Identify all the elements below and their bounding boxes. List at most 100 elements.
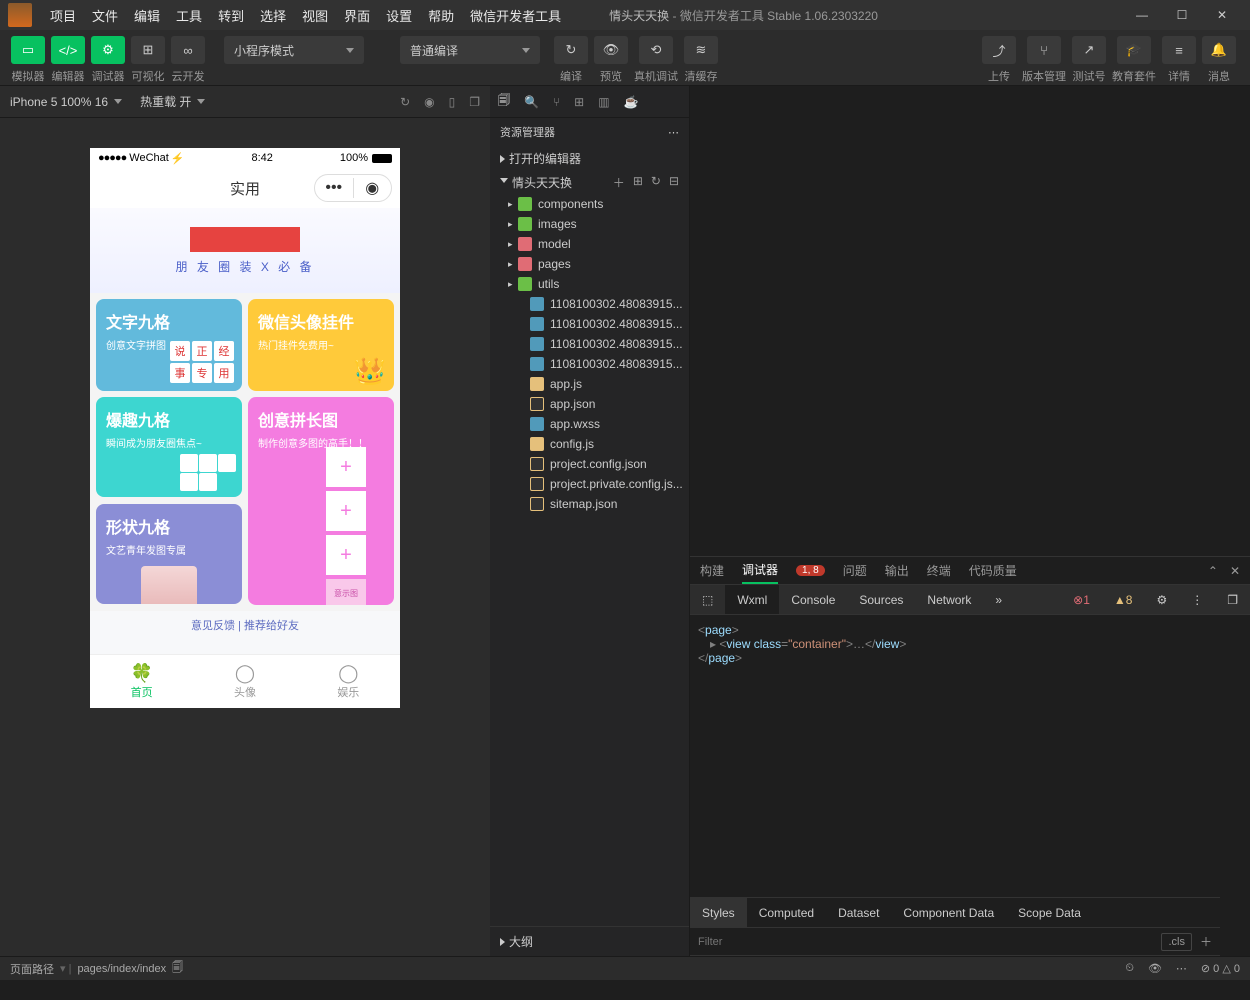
file-app.json[interactable]: app.json: [490, 394, 689, 414]
project-name[interactable]: 情头天天换: [512, 174, 572, 191]
new-file-icon[interactable]: ＋: [613, 174, 625, 191]
ext-tab-icon[interactable]: ⊞: [574, 95, 584, 109]
file-1108100302.48083915...[interactable]: 1108100302.48083915...: [490, 294, 689, 314]
refresh-tree-icon[interactable]: ↻: [651, 174, 661, 191]
menu-界面[interactable]: 界面: [336, 6, 378, 25]
folder-images[interactable]: images: [490, 214, 689, 234]
problem-counts[interactable]: ⊘ 0 △ 0: [1201, 962, 1240, 975]
mode-select[interactable]: 小程序模式: [224, 36, 364, 64]
dbgtab-终端[interactable]: 终端: [927, 562, 951, 579]
action-清缓存[interactable]: ≋: [684, 36, 718, 64]
layout-tab-icon[interactable]: ▥: [598, 95, 609, 109]
capsule[interactable]: •••◉: [314, 174, 392, 202]
right-上传[interactable]: ⤴: [982, 36, 1016, 64]
maximize-button[interactable]: ☐: [1162, 0, 1202, 30]
card-text-grid[interactable]: 文字九格创意文字拼图 说正经事专用: [96, 299, 242, 391]
perf-icon[interactable]: ⏲: [1125, 962, 1134, 975]
styletab-Dataset[interactable]: Dataset: [826, 898, 891, 927]
close-dbg-icon[interactable]: ✕: [1230, 564, 1240, 578]
file-app.wxss[interactable]: app.wxss: [490, 414, 689, 434]
compile-select[interactable]: 普通编译: [400, 36, 540, 64]
action-编译[interactable]: ↻: [554, 36, 588, 64]
explorer-tab-icon[interactable]: 🗐: [498, 91, 510, 112]
eye-icon[interactable]: 👁: [1148, 962, 1162, 975]
right-详情[interactable]: ≡: [1162, 36, 1196, 64]
dbgtab-调试器[interactable]: 调试器: [742, 561, 778, 584]
tab-头像[interactable]: ◯头像: [193, 655, 296, 708]
menu-项目[interactable]: 项目: [42, 6, 84, 25]
reload-select[interactable]: 热重载 开: [140, 93, 205, 110]
action-真机调试[interactable]: ⟲: [639, 36, 673, 64]
folder-model[interactable]: model: [490, 234, 689, 254]
right-教育套件[interactable]: 🎓: [1117, 36, 1151, 64]
file-1108100302.48083915...[interactable]: 1108100302.48083915...: [490, 334, 689, 354]
styletab-Computed[interactable]: Computed: [747, 898, 826, 927]
action-预览[interactable]: 👁: [594, 36, 628, 64]
dbgtab-代码质量[interactable]: 代码质量: [969, 562, 1017, 579]
search-tab-icon[interactable]: 🔍: [524, 95, 539, 109]
git-tab-icon[interactable]: ⑂: [553, 95, 560, 109]
folder-components[interactable]: components: [490, 194, 689, 214]
settings-icon[interactable]: ⚙: [1144, 585, 1179, 614]
dock-icon[interactable]: ⋮: [1179, 585, 1215, 614]
folder-pages[interactable]: pages: [490, 254, 689, 274]
folder-utils[interactable]: utils: [490, 274, 689, 294]
cascade-icon[interactable]: ❐: [469, 95, 480, 109]
menu-帮助[interactable]: 帮助: [420, 6, 462, 25]
card-long-collage[interactable]: 创意拼长图制作创意多图的高手！！ +++意示图: [248, 397, 394, 605]
add-style-icon[interactable]: ＋: [1200, 933, 1212, 950]
file-app.js[interactable]: app.js: [490, 374, 689, 394]
styletab-Component Data[interactable]: Component Data: [891, 898, 1006, 927]
footer-links[interactable]: 意见反馈 | 推荐给好友: [90, 611, 400, 639]
styletab-Styles[interactable]: Styles: [690, 898, 747, 927]
card-avatar-pendant[interactable]: 微信头像挂件热门挂件免费用~ 👑: [248, 299, 394, 391]
card-shape-grid[interactable]: 形状九格文艺青年发图专属: [96, 504, 242, 604]
cls-toggle[interactable]: .cls: [1161, 933, 1192, 951]
menu-微信开发者工具[interactable]: 微信开发者工具: [462, 6, 569, 25]
close-button[interactable]: ✕: [1202, 0, 1242, 30]
styles-filter-input[interactable]: [698, 936, 1161, 948]
file-config.js[interactable]: config.js: [490, 434, 689, 454]
dbgtab-输出[interactable]: 输出: [885, 562, 909, 579]
device-icon[interactable]: ▯: [449, 95, 456, 109]
menu-选择[interactable]: 选择: [252, 6, 294, 25]
inspect-icon[interactable]: ⬚: [690, 585, 725, 614]
tool-编辑器[interactable]: </>: [51, 36, 85, 64]
tool-可视化[interactable]: ⊞: [131, 36, 165, 64]
warning-count[interactable]: ▲ 8: [1102, 585, 1145, 614]
tab-more-icon[interactable]: »: [983, 585, 1014, 614]
file-1108100302.48083915...[interactable]: 1108100302.48083915...: [490, 354, 689, 374]
tab-network[interactable]: Network: [915, 585, 983, 614]
styletab-Scope Data[interactable]: Scope Data: [1006, 898, 1093, 927]
explorer-more-icon[interactable]: ⋯: [668, 126, 679, 139]
file-1108100302.48083915...[interactable]: 1108100302.48083915...: [490, 314, 689, 334]
refresh-icon[interactable]: ↻: [400, 95, 410, 109]
more-tab-icon[interactable]: ☕: [624, 95, 639, 109]
dbgtab-问题[interactable]: 问题: [843, 562, 867, 579]
menu-转到[interactable]: 转到: [210, 6, 252, 25]
tab-console[interactable]: Console: [779, 585, 847, 614]
collapse-dbg-icon[interactable]: ⌃: [1208, 564, 1218, 578]
right-消息[interactable]: 🔔: [1202, 36, 1236, 64]
section-outline[interactable]: 大纲: [490, 926, 689, 956]
wxml-tree[interactable]: <page> ▸ <view class="container">…</view…: [690, 615, 1250, 897]
menu-设置[interactable]: 设置: [378, 6, 420, 25]
tab-娱乐[interactable]: ◯娱乐: [297, 655, 400, 708]
file-sitemap.json[interactable]: sitemap.json: [490, 494, 689, 514]
copy-path-icon[interactable]: 🗐: [172, 959, 183, 978]
new-folder-icon[interactable]: ⊞: [633, 174, 643, 191]
file-project.config.json[interactable]: project.config.json: [490, 454, 689, 474]
menu-工具[interactable]: 工具: [168, 6, 210, 25]
tool-云开发[interactable]: ∞: [171, 36, 205, 64]
minimize-button[interactable]: ―: [1122, 0, 1162, 30]
dbgtab-构建[interactable]: 构建: [700, 562, 724, 579]
more-status-icon[interactable]: ⋯: [1176, 962, 1187, 975]
menu-编辑[interactable]: 编辑: [126, 6, 168, 25]
section-open-editors[interactable]: 打开的编辑器: [490, 146, 689, 171]
page-path[interactable]: pages/index/index: [77, 963, 166, 975]
card-fun-grid[interactable]: 爆趣九格瞬间成为朋友圈焦点~ 考的都会着: [96, 397, 242, 497]
tab-首页[interactable]: 🍀首页: [90, 655, 193, 708]
popout-icon[interactable]: ❐: [1215, 585, 1250, 614]
tab-wxml[interactable]: Wxml: [725, 585, 779, 614]
menu-视图[interactable]: 视图: [294, 6, 336, 25]
